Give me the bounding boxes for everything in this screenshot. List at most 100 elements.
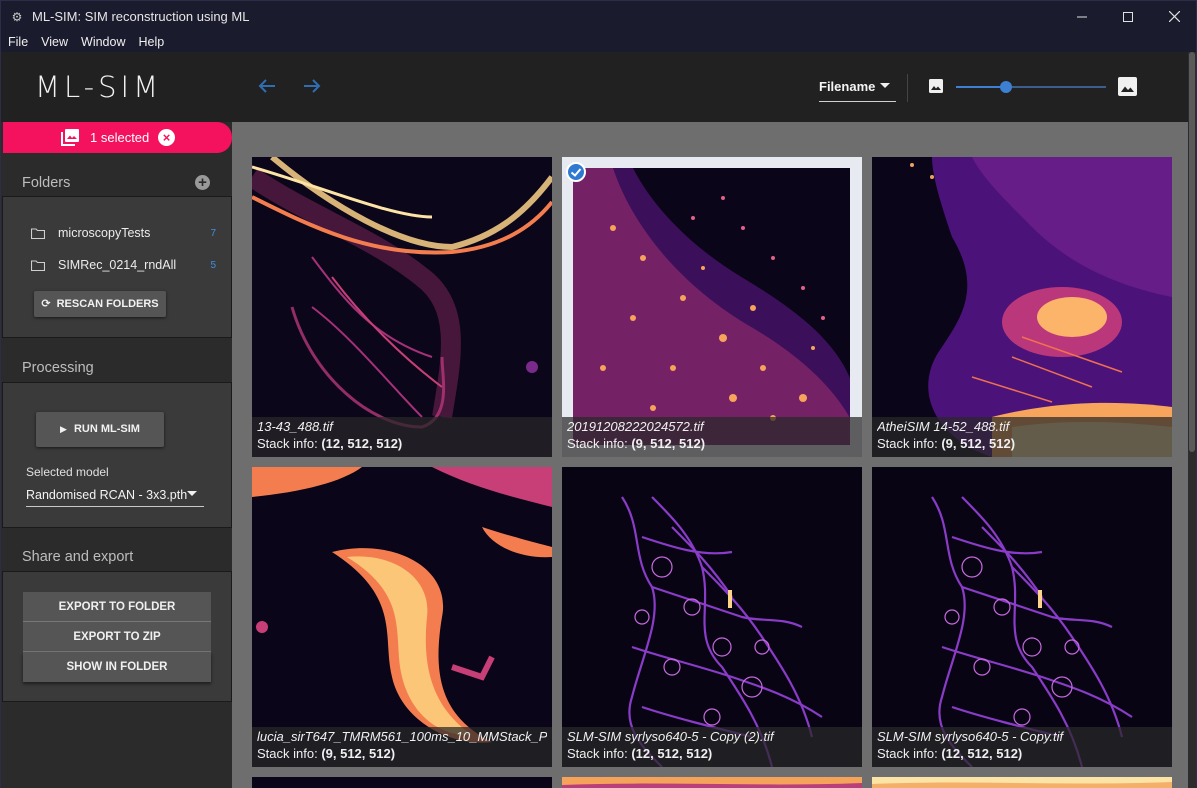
- tile-filename: lucia_sirT647_TMRM561_100ms_10_MMStack_P: [257, 729, 547, 744]
- minimize-button[interactable]: [1059, 1, 1105, 32]
- run-ml-sim-label: RUN ML-SIM: [73, 423, 140, 435]
- image-tile[interactable]: AtheiSIM 14-52_488.tif Stack info: (9, 5…: [872, 157, 1172, 457]
- stack-info-label: Stack info:: [877, 436, 942, 451]
- processing-title: Processing: [22, 360, 94, 376]
- thumbnail-image: [252, 777, 552, 788]
- image-tile[interactable]: [252, 777, 552, 788]
- thumbnail-image: [872, 157, 1172, 457]
- thumbnail-size-slider[interactable]: [956, 86, 1106, 88]
- maximize-icon: [1123, 11, 1133, 22]
- export-to-folder-button[interactable]: EXPORT TO FOLDER: [23, 592, 211, 622]
- image-tile[interactable]: [562, 777, 862, 788]
- tile-stack-info: Stack info: (9, 512, 512): [257, 746, 547, 761]
- thumbnail-image: [872, 467, 1172, 767]
- folder-name: microscopyTests: [58, 226, 151, 240]
- folders-panel: microscopyTests 7 SIMRec_0214_rndAll 5 ⟳…: [2, 196, 232, 338]
- menu-window[interactable]: Window: [74, 35, 131, 49]
- show-in-folder-button[interactable]: SHOW IN FOLDER: [23, 652, 211, 682]
- folder-item[interactable]: SIMRec_0214_rndAll 5: [31, 255, 216, 275]
- folder-count: 5: [210, 259, 216, 271]
- thumbnail-image: [252, 157, 552, 457]
- image-tile-selected[interactable]: 20191208222024572.tif Stack info: (9, 51…: [562, 157, 862, 457]
- sort-select-value: Filename: [819, 79, 876, 94]
- thumbnail-image: [562, 467, 862, 767]
- tile-caption: 20191208222024572.tif Stack info: (9, 51…: [562, 417, 862, 457]
- chevron-down-icon: [187, 491, 197, 496]
- sort-select[interactable]: Filename: [819, 76, 896, 102]
- export-to-zip-button[interactable]: EXPORT TO ZIP: [23, 622, 211, 652]
- stack-info-value: (12, 512, 512): [321, 436, 403, 451]
- sidebar: 1 selected × Folders + microscopyTests 7…: [1, 122, 232, 788]
- tile-stack-info: Stack info: (12, 512, 512): [257, 436, 547, 451]
- app-logo: ML-SIM: [35, 70, 163, 104]
- stack-info-label: Stack info:: [567, 746, 632, 761]
- image-small-icon[interactable]: [929, 79, 943, 93]
- photo-library-icon: [61, 129, 79, 146]
- tile-stack-info: Stack info: (9, 512, 512): [567, 436, 857, 451]
- rescan-folders-label: RESCAN FOLDERS: [56, 298, 159, 310]
- tile-caption: SLM-SIM syrlyso640-5 - Copy.tif Stack in…: [872, 727, 1172, 767]
- back-arrow-icon[interactable]: [255, 74, 279, 98]
- image-tile[interactable]: SLM-SIM syrlyso640-5 - Copy.tif Stack in…: [872, 467, 1172, 767]
- tile-filename: SLM-SIM syrlyso640-5 - Copy.tif: [877, 729, 1064, 744]
- minimize-icon: [1077, 16, 1087, 17]
- selection-chip[interactable]: 1 selected ×: [3, 122, 232, 153]
- add-folder-icon[interactable]: +: [195, 175, 210, 190]
- image-tile[interactable]: [872, 777, 1172, 788]
- processing-panel: ▶ RUN ML-SIM Selected model Randomised RC…: [2, 382, 232, 528]
- folder-item[interactable]: microscopyTests 7: [31, 223, 216, 243]
- menu-help[interactable]: Help: [132, 35, 171, 49]
- play-icon: ▶: [60, 424, 67, 434]
- model-select-value: Randomised RCAN - 3x3.pth: [26, 488, 188, 502]
- image-tile[interactable]: SLM-SIM syrlyso640-5 - Copy (2).tif Stac…: [562, 467, 862, 767]
- app-header: ML-SIM Filename: [1, 52, 1188, 122]
- image-tile[interactable]: 13-43_488.tif Stack info: (12, 512, 512): [252, 157, 552, 457]
- slider-thumb[interactable]: [1000, 81, 1012, 93]
- stack-info-label: Stack info:: [877, 746, 942, 761]
- stack-info-value: (9, 512, 512): [321, 746, 396, 761]
- app-gear-icon: ⚙: [11, 9, 23, 24]
- image-gallery: 13-43_488.tif Stack info: (12, 512, 512): [232, 122, 1188, 788]
- stack-info-value: (9, 512, 512): [941, 436, 1016, 451]
- folders-title: Folders: [22, 175, 71, 191]
- rescan-folders-button[interactable]: ⟳ RESCAN FOLDERS: [34, 291, 166, 317]
- close-button[interactable]: [1151, 1, 1197, 32]
- tile-filename: 20191208222024572.tif: [567, 419, 704, 434]
- tile-stack-info: Stack info: (12, 512, 512): [877, 746, 1167, 761]
- folder-count: 7: [210, 227, 216, 239]
- stack-info-label: Stack info:: [567, 436, 632, 451]
- header-divider: [907, 74, 908, 102]
- slider-fill: [956, 86, 1006, 88]
- menu-view[interactable]: View: [34, 35, 74, 49]
- refresh-icon: ⟳: [41, 298, 51, 310]
- stack-info-value: (12, 512, 512): [941, 746, 1023, 761]
- clear-selection-icon[interactable]: ×: [158, 129, 175, 146]
- stack-info-label: Stack info:: [257, 436, 322, 451]
- tile-caption: AtheiSIM 14-52_488.tif Stack info: (9, 5…: [872, 417, 1172, 457]
- close-icon: [1168, 11, 1180, 22]
- menu-file[interactable]: File: [1, 35, 34, 49]
- tile-caption: lucia_sirT647_TMRM561_100ms_10_MMStack_P…: [252, 727, 552, 767]
- window-title: ML-SIM: SIM reconstruction using ML: [32, 9, 250, 24]
- image-large-icon[interactable]: [1118, 77, 1137, 96]
- gallery-scrollbar[interactable]: [1188, 52, 1196, 788]
- folder-icon: [31, 227, 45, 239]
- image-tile[interactable]: lucia_sirT647_TMRM561_100ms_10_MMStack_P…: [252, 467, 552, 767]
- selection-count: 1 selected: [90, 130, 150, 145]
- model-label: Selected model: [26, 465, 109, 479]
- title-bar: ⚙ ML-SIM: SIM reconstruction using ML: [1, 1, 1196, 32]
- thumbnail-image: [573, 168, 850, 445]
- model-select[interactable]: Randomised RCAN - 3x3.pth: [26, 485, 204, 507]
- tile-filename: 13-43_488.tif: [257, 419, 333, 434]
- tile-filename: AtheiSIM 14-52_488.tif: [877, 419, 1010, 434]
- menu-bar: File View Window Help: [1, 32, 1196, 52]
- folder-icon: [31, 259, 45, 271]
- forward-arrow-icon[interactable]: [300, 74, 324, 98]
- stack-info-label: Stack info:: [257, 746, 322, 761]
- maximize-button[interactable]: [1105, 1, 1151, 32]
- run-ml-sim-button[interactable]: ▶ RUN ML-SIM: [36, 412, 164, 447]
- scrollbar-thumb[interactable]: [1189, 52, 1195, 452]
- tile-stack-info: Stack info: (9, 512, 512): [877, 436, 1167, 451]
- selected-check-icon[interactable]: [566, 162, 586, 182]
- thumbnail-image: [252, 467, 552, 767]
